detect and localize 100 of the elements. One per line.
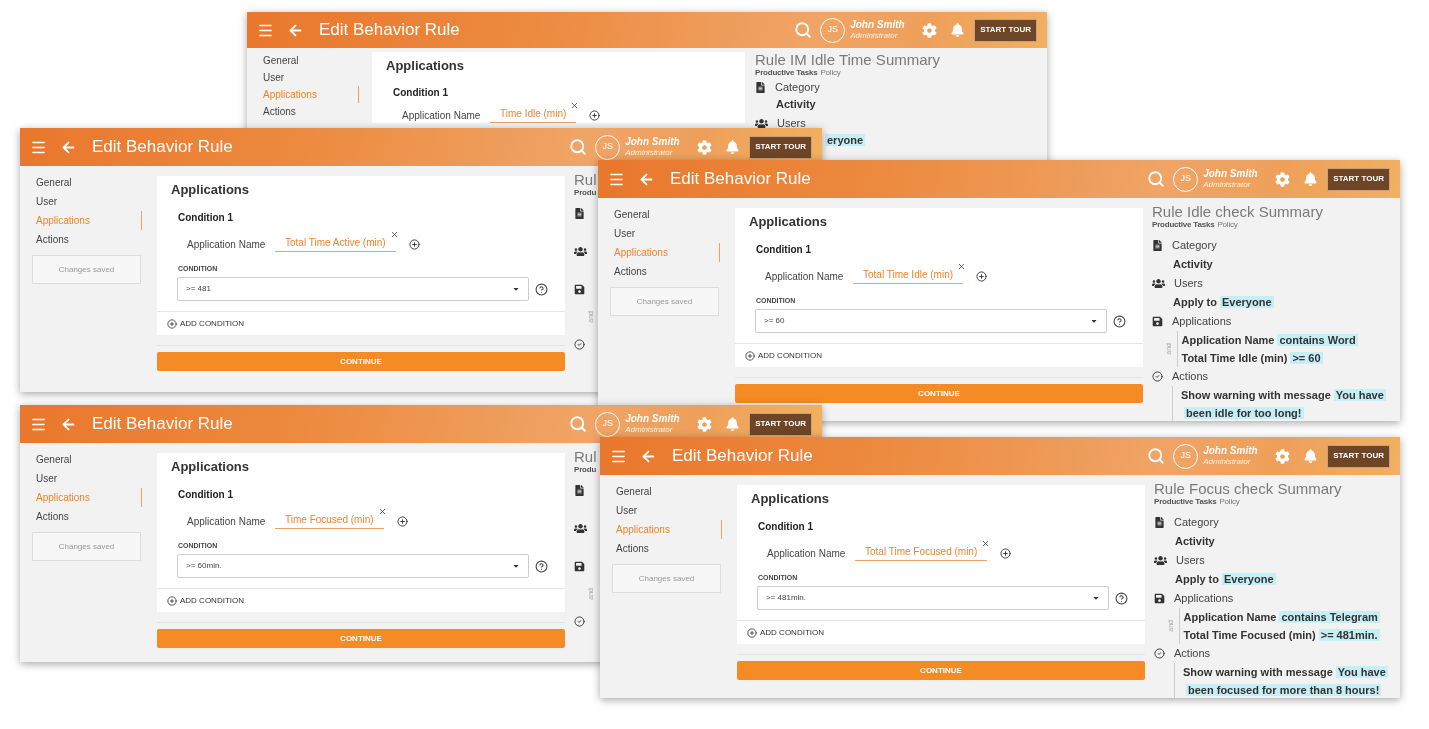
check-circle-icon (1154, 648, 1165, 659)
save-icon (1154, 593, 1165, 604)
nav-item[interactable]: Actions (616, 539, 722, 558)
field-label: Application Name (402, 108, 482, 123)
condition-select[interactable]: >= 60 (755, 309, 1107, 333)
nav-item[interactable]: General (614, 205, 720, 224)
nav-item[interactable]: Actions (614, 262, 720, 281)
section-label: Users (1174, 276, 1203, 292)
settings-icon[interactable] (1275, 171, 1291, 187)
document-icon (574, 208, 585, 219)
add-condition-button[interactable]: ADD CONDITION (167, 594, 244, 607)
condition-title: Condition 1 (177, 489, 234, 501)
users-icon (755, 118, 768, 129)
user-name: John Smith (1203, 169, 1259, 179)
policy-name: Productive Tasks Policy (1152, 219, 1238, 230)
check-circle-icon (574, 616, 585, 627)
nav-item[interactable]: User (614, 224, 720, 243)
start-tour-button[interactable]: START TOUR (749, 412, 812, 436)
policy-name: Productive Tasks Policy (755, 67, 841, 78)
nav-item[interactable]: General (616, 482, 722, 501)
section-label: Users (777, 116, 806, 132)
summary-line: Apply to Everyone (1175, 572, 1276, 587)
caret-icon (1090, 317, 1098, 325)
document-icon (574, 485, 585, 496)
add-icon[interactable] (396, 515, 408, 527)
start-tour-button[interactable]: START TOUR (749, 135, 812, 159)
add-condition-button[interactable]: ADD CONDITION (745, 349, 822, 362)
summary-line: Application Name contains Word (1181, 333, 1358, 348)
condition-title: Condition 1 (392, 87, 449, 99)
saved-status: Changes saved (610, 287, 719, 316)
search-icon[interactable] (1147, 447, 1166, 465)
bell-icon[interactable] (1304, 172, 1318, 186)
clear-icon[interactable] (570, 100, 580, 110)
add-icon[interactable] (1000, 547, 1012, 559)
nav-item[interactable]: General (36, 450, 142, 469)
search-icon[interactable] (1147, 170, 1166, 188)
nav-item[interactable]: User (36, 469, 142, 488)
add-icon[interactable] (408, 238, 420, 250)
add-icon (747, 627, 757, 638)
section-label: Category (1172, 238, 1217, 254)
user-name: John Smith (1203, 446, 1259, 456)
nav-item[interactable]: General (263, 52, 359, 69)
users-icon (1154, 555, 1167, 566)
nav-item[interactable]: User (616, 501, 722, 520)
nav-item[interactable]: Actions (263, 103, 359, 120)
caret-icon (1092, 594, 1100, 602)
users-icon (574, 246, 587, 257)
add-condition-button[interactable]: ADD CONDITION (167, 317, 244, 330)
section-label: Actions (1174, 646, 1211, 662)
condition-select[interactable]: >= 481min. (757, 586, 1109, 610)
check-circle-icon (1152, 371, 1163, 382)
bell-icon[interactable] (726, 417, 740, 431)
nav-item[interactable]: Actions (36, 230, 142, 249)
clear-icon[interactable] (389, 229, 399, 239)
search-icon[interactable] (569, 138, 588, 156)
settings-icon[interactable] (697, 416, 713, 432)
nav-item[interactable]: General (36, 173, 142, 192)
settings-icon[interactable] (1275, 448, 1291, 464)
bell-icon[interactable] (726, 140, 740, 154)
summary-title: Rul (574, 172, 597, 187)
save-icon (574, 561, 585, 572)
section-label: Applications (1172, 314, 1232, 330)
start-tour-button[interactable]: START TOUR (1327, 444, 1390, 468)
summary-title: Rul (574, 449, 597, 464)
settings-icon[interactable] (697, 139, 713, 155)
nav-item[interactable]: User (36, 192, 142, 211)
section-title: Applications (385, 58, 465, 74)
add-icon[interactable] (589, 109, 601, 121)
bell-icon[interactable] (1304, 449, 1318, 463)
summary-title: Rule Idle check Summary (1152, 204, 1323, 219)
bell-icon[interactable] (951, 23, 965, 37)
summary-title: Rule Focus check Summary (1154, 481, 1342, 496)
help-icon[interactable] (1115, 591, 1128, 605)
help-icon[interactable] (535, 282, 548, 296)
nav-item[interactable]: User (263, 69, 359, 86)
start-tour-button[interactable]: START TOUR (974, 18, 1037, 42)
document-icon (1154, 517, 1165, 528)
add-icon[interactable] (976, 270, 988, 282)
nav-item[interactable]: Actions (36, 507, 142, 526)
summary-line: Activity (776, 97, 816, 112)
field-label: Application Name (187, 514, 267, 529)
save-icon (574, 284, 585, 295)
policy-name: Productive Tasks Policy (1154, 496, 1240, 507)
condition-select[interactable]: >= 481 (177, 277, 529, 301)
condition-select[interactable]: >= 60min. (177, 554, 529, 578)
search-icon[interactable] (569, 415, 588, 433)
clear-icon[interactable] (377, 506, 387, 516)
section-title: Applications (170, 182, 250, 198)
clear-icon[interactable] (981, 538, 991, 548)
start-tour-button[interactable]: START TOUR (1327, 167, 1390, 191)
help-icon[interactable] (535, 559, 548, 573)
user-name: John Smith (625, 137, 681, 147)
settings-icon[interactable] (922, 22, 938, 38)
add-condition-button[interactable]: ADD CONDITION (747, 626, 824, 639)
user-name: John Smith (625, 414, 681, 424)
clear-icon[interactable] (957, 261, 967, 271)
search-icon[interactable] (794, 21, 813, 39)
user-name: John Smith (850, 20, 906, 30)
field-label: Application Name (767, 546, 847, 561)
help-icon[interactable] (1113, 314, 1126, 328)
